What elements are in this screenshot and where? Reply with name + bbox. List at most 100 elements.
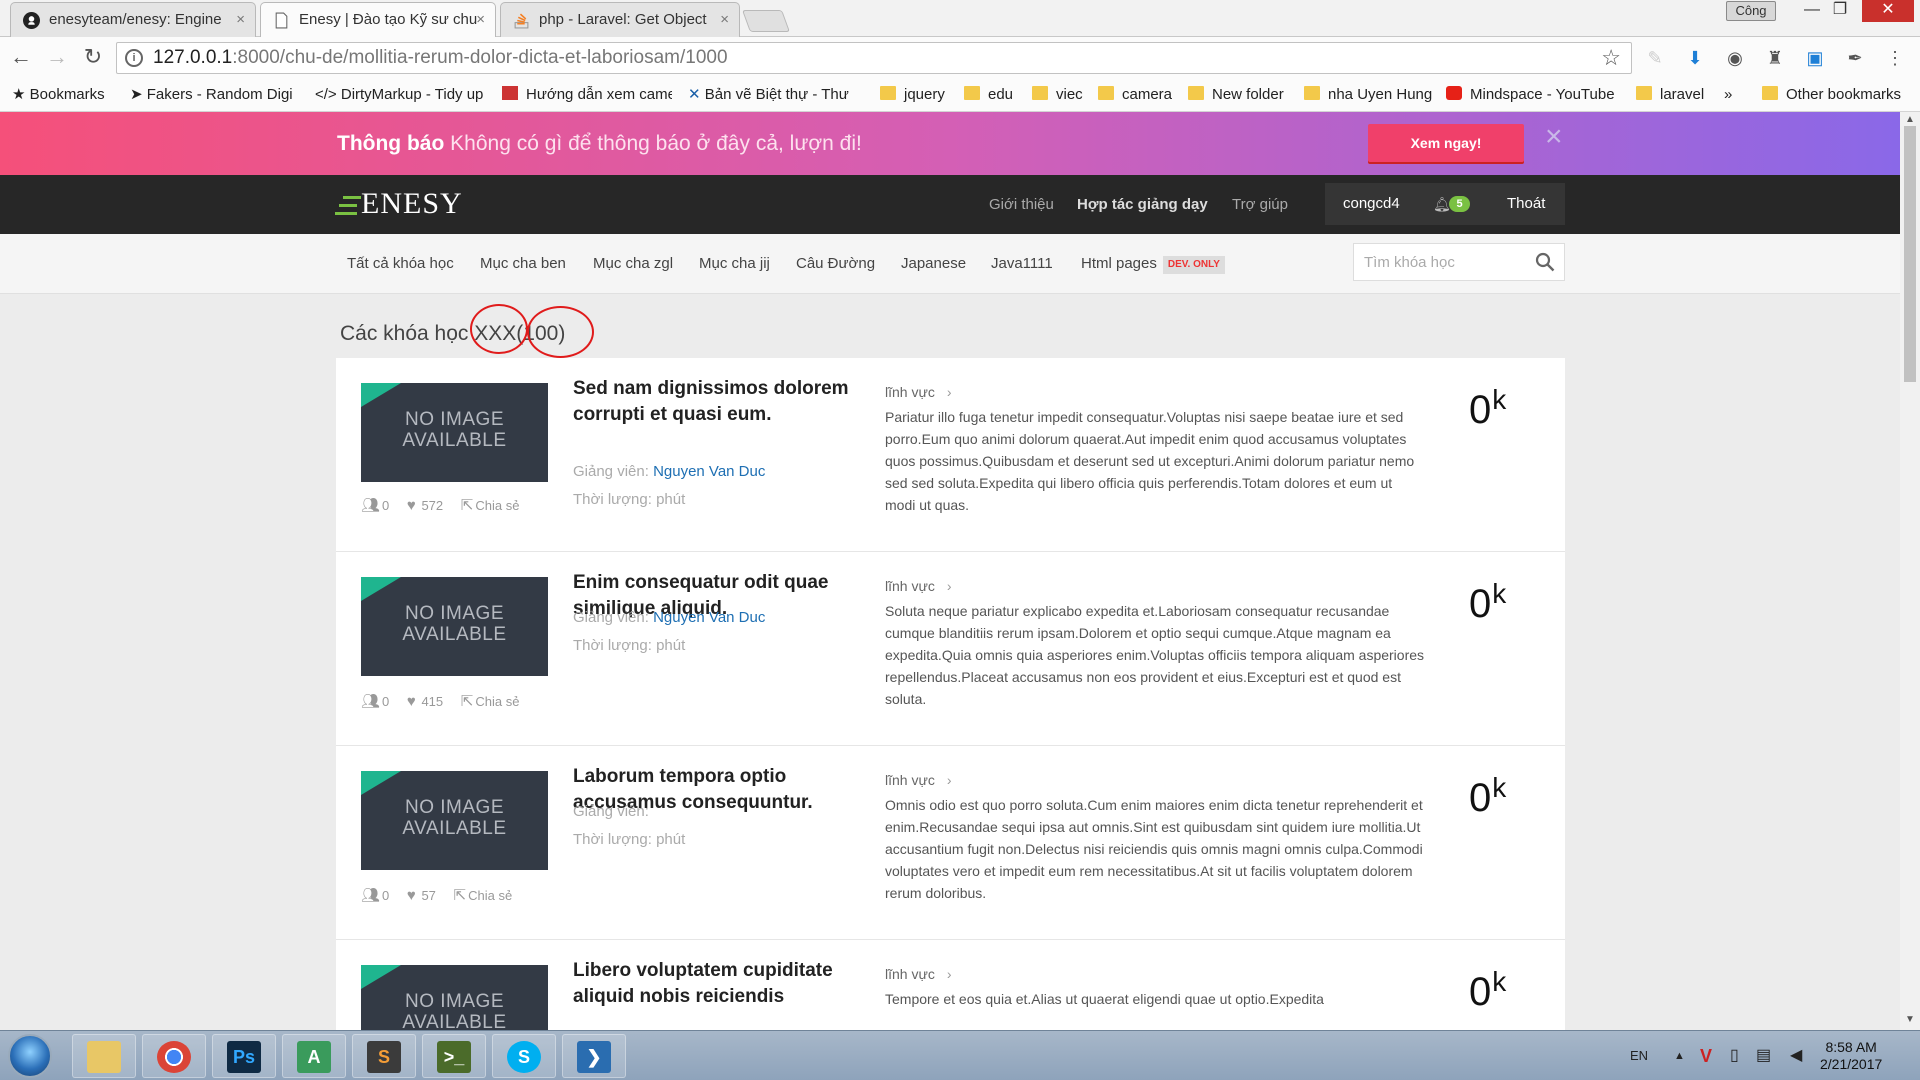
url-text[interactable]: 127.0.0.1:8000/chu-de/mollitia-rerum-dol… <box>153 43 728 73</box>
reload-button[interactable]: ↻ <box>80 45 106 71</box>
system-clock[interactable]: 8:58 AM 2/21/2017 <box>1820 1039 1882 1073</box>
restore-button[interactable]: ❐ <box>1818 0 1862 22</box>
course-field[interactable]: lĩnh vực › <box>885 578 952 594</box>
taskbar-explorer[interactable] <box>72 1034 136 1078</box>
close-window-button[interactable]: ✕ <box>1862 0 1914 22</box>
bookmark-star-icon[interactable]: ☆ <box>1601 45 1621 71</box>
bookmarks-overflow[interactable]: » <box>1724 79 1732 111</box>
address-bar[interactable]: i 127.0.0.1:8000/chu-de/mollitia-rerum-d… <box>116 42 1632 74</box>
tab-enesy[interactable]: Enesy | Đào tạo Kỹ sư chu × <box>260 2 496 37</box>
share-button[interactable]: ⇱ Chia sẻ <box>461 692 520 710</box>
bookmark-folder[interactable]: New folder <box>1188 79 1284 111</box>
course-thumbnail[interactable]: NO IMAGE AVAILABLE <box>361 577 548 676</box>
scroll-up-icon[interactable]: ▲ <box>1905 114 1915 125</box>
bookmark-folder[interactable]: nha Uyen Hung <box>1304 79 1432 111</box>
nav-about[interactable]: Giới thiệu <box>989 175 1054 234</box>
antivirus-icon[interactable]: V <box>1700 1031 1712 1080</box>
eyedropper-icon[interactable]: ✒ <box>1844 47 1866 69</box>
view-now-button[interactable]: Xem ngay! <box>1368 124 1524 162</box>
taskbar-photoshop[interactable]: Ps <box>212 1034 276 1078</box>
page-scrollbar[interactable]: ▲ ▼ <box>1900 112 1920 1030</box>
back-button[interactable]: ← <box>8 45 34 71</box>
nav-teach[interactable]: Hợp tác giảng dạy <box>1077 175 1208 234</box>
like-count[interactable]: ♥ 572 <box>407 497 443 514</box>
logout-link[interactable]: Thoát <box>1507 183 1545 225</box>
bookmark-folder[interactable]: edu <box>964 79 1013 111</box>
course-item[interactable]: NO IMAGE AVAILABLE Sed nam dignissimos do… <box>336 358 1565 552</box>
course-item[interactable]: NO IMAGE AVAILABLE Enim consequatur odit … <box>336 552 1565 746</box>
taskbar-skype[interactable]: S <box>492 1034 556 1078</box>
category-all[interactable]: Tất cả khóa học <box>347 234 454 294</box>
category-item[interactable]: Câu Đường <box>796 234 875 294</box>
taskbar-chrome[interactable] <box>142 1034 206 1078</box>
start-button[interactable] <box>8 1034 52 1078</box>
download-icon[interactable]: ⬇ <box>1684 47 1706 69</box>
other-bookmarks[interactable]: Other bookmarks <box>1762 79 1901 111</box>
bookmark-item[interactable]: </> DirtyMarkup - Tidy up <box>315 79 485 111</box>
taskbar-terminal[interactable]: >_ <box>422 1034 486 1078</box>
bookmark-item[interactable]: ★ Bookmarks <box>12 79 105 111</box>
category-item[interactable]: Mục cha zgl <box>593 234 673 294</box>
tab-close-icon[interactable]: × <box>720 3 729 37</box>
category-html-pages[interactable]: Html pages DEV. ONLY <box>1081 234 1225 294</box>
battery-icon[interactable]: ▯ <box>1730 1031 1739 1080</box>
taskbar-sublime[interactable]: S <box>352 1034 416 1078</box>
course-thumbnail[interactable]: NO IMAGE AVAILABLE <box>361 771 548 870</box>
network-icon[interactable]: ▤ <box>1756 1031 1771 1080</box>
bookmark-item[interactable]: Mindspace - YouTube <box>1446 79 1615 111</box>
course-title[interactable]: Sed nam dignissimos dolorem corrupti et … <box>573 376 863 428</box>
bookmark-folder[interactable]: viec <box>1032 79 1083 111</box>
tray-expand-icon[interactable]: ▲ <box>1674 1031 1685 1080</box>
search-icon[interactable] <box>1535 252 1555 272</box>
like-count[interactable]: ♥ 57 <box>407 887 436 904</box>
scroll-down-icon[interactable]: ▼ <box>1905 1014 1915 1025</box>
notification-count-badge[interactable]: 5 <box>1449 196 1470 212</box>
taskbar-powershell[interactable]: ❯ <box>562 1034 626 1078</box>
category-item[interactable]: Java1111 <box>991 234 1053 294</box>
info-icon[interactable]: i <box>125 49 143 67</box>
like-count[interactable]: ♥ 415 <box>407 693 443 710</box>
tab-stackoverflow[interactable]: php - Laravel: Get Object × <box>500 2 740 37</box>
volume-icon[interactable]: ◀ <box>1790 1031 1802 1080</box>
tab-close-icon[interactable]: × <box>236 3 245 37</box>
profile-button[interactable]: Công <box>1726 1 1776 21</box>
category-item[interactable]: Mục cha jij <box>699 234 770 294</box>
site-logo[interactable]: ENESY <box>335 185 463 223</box>
category-item[interactable]: Japanese <box>901 234 966 294</box>
username[interactable]: congcd4 <box>1343 183 1400 225</box>
course-item[interactable]: NO IMAGE AVAILABLE Libero voluptatem cupi… <box>336 940 1565 1030</box>
tab-github[interactable]: enesyteam/enesy: Engine × <box>10 2 256 37</box>
new-tab-button[interactable] <box>741 10 791 32</box>
taskbar-app[interactable]: A <box>282 1034 346 1078</box>
bookmark-item[interactable]: ✕ Bản vẽ Biệt thự - Thư <box>688 79 858 111</box>
share-button[interactable]: ⇱ Chia sẻ <box>461 496 520 514</box>
screenshot-extension-icon[interactable]: ▣ <box>1804 47 1826 69</box>
eye-extension-icon[interactable]: ◉ <box>1724 47 1746 69</box>
bookmark-folder[interactable]: laravel <box>1636 79 1704 111</box>
tab-close-icon[interactable]: × <box>476 3 485 37</box>
course-title[interactable]: Libero voluptatem cupiditate aliquid nob… <box>573 958 863 1010</box>
course-field[interactable]: lĩnh vực › <box>885 384 952 400</box>
menu-icon[interactable]: ⋮ <box>1884 47 1906 69</box>
extension-icon[interactable]: ♜ <box>1764 47 1786 69</box>
language-indicator[interactable]: EN <box>1630 1031 1648 1080</box>
nav-help[interactable]: Trợ giúp <box>1232 175 1288 234</box>
scrollbar-thumb[interactable] <box>1904 126 1916 382</box>
course-field[interactable]: lĩnh vực › <box>885 772 952 788</box>
course-field[interactable]: lĩnh vực › <box>885 966 952 982</box>
course-thumbnail[interactable]: NO IMAGE AVAILABLE <box>361 965 548 1030</box>
bookmark-item[interactable]: Hướng dẫn xem came <box>502 79 672 111</box>
bookmark-folder[interactable]: jquery <box>880 79 945 111</box>
search-input[interactable] <box>1354 244 1524 280</box>
course-item[interactable]: NO IMAGE AVAILABLE Laborum tempora optio … <box>336 746 1565 940</box>
bookmark-folder[interactable]: camera <box>1098 79 1172 111</box>
extension-icon[interactable]: ✎ <box>1644 47 1666 69</box>
instructor-link[interactable]: Nguyen Van Duc <box>653 609 765 626</box>
bookmark-item[interactable]: ➤ Fakers - Random Digi <box>130 79 298 111</box>
close-icon[interactable]: × <box>1545 120 1563 154</box>
share-button[interactable]: ⇱ Chia sẻ <box>454 886 513 904</box>
instructor-link[interactable]: Nguyen Van Duc <box>653 463 765 480</box>
course-thumbnail[interactable]: NO IMAGE AVAILABLE <box>361 383 548 482</box>
category-item[interactable]: Mục cha ben <box>480 234 566 294</box>
forward-button[interactable]: → <box>44 45 70 71</box>
